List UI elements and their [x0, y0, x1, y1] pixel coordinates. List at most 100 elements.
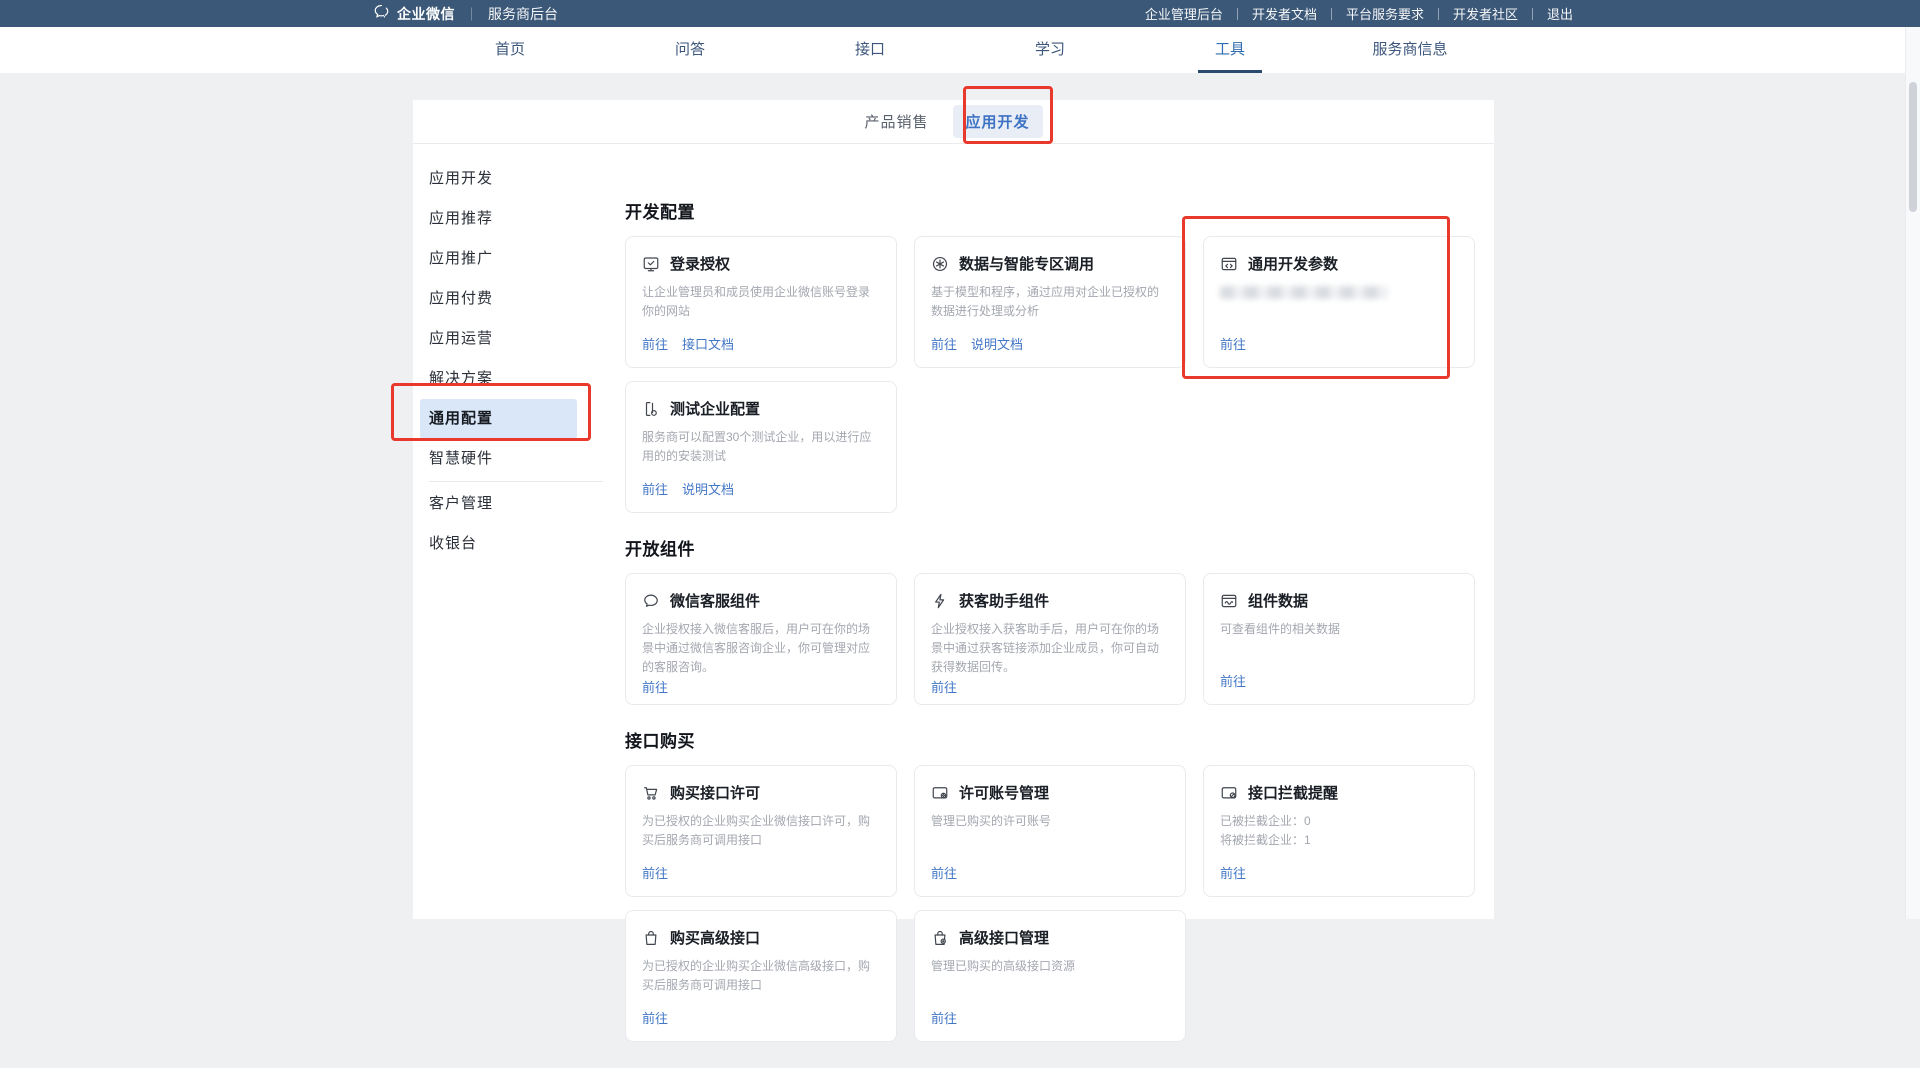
- link-goto-login-auth[interactable]: 前往: [642, 334, 668, 353]
- sidebar-item-smart-hardware[interactable]: 智慧硬件: [420, 439, 577, 479]
- link-goto-premium-manage[interactable]: 前往: [931, 1008, 957, 1027]
- link-goto-buy-premium[interactable]: 前往: [642, 1008, 668, 1027]
- nav-item-learn[interactable]: 学习: [960, 27, 1140, 73]
- card-desc-login-auth: 让企业管理员和成员使用企业微信账号登录你的网站: [642, 283, 880, 321]
- card-title-test-corp: 测试企业配置: [670, 398, 760, 419]
- link-goto-data-intelligence[interactable]: 前往: [931, 334, 957, 353]
- intercept-icon: [1220, 784, 1238, 802]
- card-intercept-reminder: 接口拦截提醒已被拦截企业：0将被拦截企业：1前往: [1203, 765, 1475, 897]
- logo-divider: ｜: [465, 4, 478, 23]
- buy-premium-icon: [642, 929, 660, 947]
- wechat-work-logo-icon: [373, 3, 390, 25]
- nav-item-api[interactable]: 接口: [780, 27, 960, 73]
- nav-item-provider-info[interactable]: 服务商信息: [1320, 27, 1500, 73]
- link-goto-test-corp[interactable]: 前往: [642, 479, 668, 498]
- section-title-api-purchase: 接口购买: [625, 731, 1478, 753]
- link-goto-dev-params[interactable]: 前往: [1220, 334, 1246, 353]
- card-links-component-data: 前往: [1220, 671, 1458, 690]
- tabs-row: 产品销售 应用开发: [413, 100, 1494, 144]
- topbar: 企业微信 ｜ 服务商后台 企业管理后台 开发者文档 平台服务要求 开发者社区 退出: [0, 0, 1920, 27]
- nav-item-home[interactable]: 首页: [420, 27, 600, 73]
- sidebar-item-app-promotion[interactable]: 应用推广: [420, 239, 577, 279]
- content: 开发配置登录授权让企业管理员和成员使用企业微信账号登录你的网站前往接口文档数据与…: [625, 144, 1478, 1068]
- buy-license-icon: [642, 784, 660, 802]
- card-title-lead-assistant: 获客助手组件: [959, 590, 1049, 611]
- sidebar-item-app-operation[interactable]: 应用运营: [420, 319, 577, 359]
- scrollbar-track: [1905, 27, 1920, 919]
- link-goto-buy-license[interactable]: 前往: [642, 863, 668, 882]
- topbar-menu-separator: [1532, 8, 1533, 20]
- tab-product-sales[interactable]: 产品销售: [864, 111, 928, 132]
- card-title-dev-params: 通用开发参数: [1248, 253, 1338, 274]
- card-desc-intercept-reminder: 已被拦截企业：0将被拦截企业：1: [1220, 812, 1458, 850]
- card-title-premium-manage: 高级接口管理: [959, 927, 1049, 948]
- card-grid-api-purchase: 购买接口许可为已授权的企业购买企业微信接口许可，购买后服务商可调用接口前往许可账…: [625, 765, 1478, 1042]
- wechat-work-logo[interactable]: 企业微信 ｜ 服务商后台: [373, 3, 558, 25]
- card-header-dev-params: 通用开发参数: [1220, 253, 1458, 274]
- card-links-buy-license: 前往: [642, 863, 880, 882]
- scrollbar-thumb[interactable]: [1909, 82, 1917, 212]
- topbar-menu-item-dev-community[interactable]: 开发者社区: [1453, 4, 1518, 23]
- card-header-buy-premium: 购买高级接口: [642, 927, 880, 948]
- sidebar-item-solutions[interactable]: 解决方案: [420, 359, 577, 399]
- card-title-component-data: 组件数据: [1248, 590, 1308, 611]
- card-desc-wechat-kf: 企业授权接入微信客服后，用户可在你的场景中通过微信客服咨询企业，你可管理对应的客…: [642, 620, 880, 677]
- wechat-kf-icon: [642, 592, 660, 610]
- active-nav-underline: [1198, 70, 1262, 73]
- card-title-login-auth: 登录授权: [670, 253, 730, 274]
- card-lead-assistant: 获客助手组件企业授权接入获客助手后，用户可在你的场景中通过获客链接添加企业成员，…: [914, 573, 1186, 705]
- link-goto-lead-assistant[interactable]: 前往: [931, 677, 957, 696]
- card-header-premium-manage: 高级接口管理: [931, 927, 1169, 948]
- card-desc-buy-license: 为已授权的企业购买企业微信接口许可，购买后服务商可调用接口: [642, 812, 880, 850]
- card-wechat-kf: 微信客服组件企业授权接入微信客服后，用户可在你的场景中通过微信客服咨询企业，你可…: [625, 573, 897, 705]
- license-account-icon: [931, 784, 949, 802]
- card-premium-manage: 高级接口管理管理已购买的高级接口资源前往: [914, 910, 1186, 1042]
- sidebar-item-cashier[interactable]: 收银台: [420, 524, 577, 564]
- card-desc-premium-manage: 管理已购买的高级接口资源: [931, 957, 1169, 976]
- section-api-purchase: 接口购买购买接口许可为已授权的企业购买企业微信接口许可，购买后服务商可调用接口前…: [625, 731, 1478, 1042]
- card-header-login-auth: 登录授权: [642, 253, 880, 274]
- page: { "topbar": { "logo_primary": "企业微信", "l…: [0, 0, 1920, 919]
- card-header-wechat-kf: 微信客服组件: [642, 590, 880, 611]
- masked-corpid-value: [1220, 286, 1388, 299]
- card-links-intercept-reminder: 前往: [1220, 863, 1458, 882]
- section-title-open-components: 开放组件: [625, 539, 1478, 561]
- card-desc-test-corp: 服务商可以配置30个测试企业，用以进行应用的的安装测试: [642, 428, 880, 466]
- topbar-menu-item-corp-admin[interactable]: 企业管理后台: [1145, 4, 1223, 23]
- nav-item-tools[interactable]: 工具: [1140, 27, 1320, 73]
- card-title-buy-premium: 购买高级接口: [670, 927, 760, 948]
- card-test-corp: 测试企业配置服务商可以配置30个测试企业，用以进行应用的的安装测试前往说明文档: [625, 381, 897, 513]
- sidebar-item-app-recommend[interactable]: 应用推荐: [420, 199, 577, 239]
- sidebar-item-general-config[interactable]: 通用配置: [420, 399, 577, 439]
- link-doc-test-corp[interactable]: 说明文档: [682, 479, 734, 498]
- sidebar-item-app-payment[interactable]: 应用付费: [420, 279, 577, 319]
- card-component-data: 组件数据可查看组件的相关数据前往: [1203, 573, 1475, 705]
- topbar-menu-item-logout[interactable]: 退出: [1547, 4, 1573, 23]
- card-header-data-intelligence: 数据与智能专区调用: [931, 253, 1169, 274]
- card-links-premium-manage: 前往: [931, 1008, 1169, 1027]
- card-buy-premium: 购买高级接口为已授权的企业购买企业微信高级接口，购买后服务商可调用接口前往: [625, 910, 897, 1042]
- link-goto-license-account[interactable]: 前往: [931, 863, 957, 882]
- card-header-component-data: 组件数据: [1220, 590, 1458, 611]
- link-api-doc-login-auth[interactable]: 接口文档: [682, 334, 734, 353]
- tab-app-development[interactable]: 应用开发: [953, 105, 1043, 138]
- sidebar-item-customer-management[interactable]: 客户管理: [420, 484, 577, 524]
- card-title-data-intelligence: 数据与智能专区调用: [959, 253, 1094, 274]
- link-goto-intercept-reminder[interactable]: 前往: [1220, 863, 1246, 882]
- link-goto-wechat-kf[interactable]: 前往: [642, 677, 668, 696]
- card-title-license-account: 许可账号管理: [959, 782, 1049, 803]
- card-links-test-corp: 前往说明文档: [642, 479, 880, 498]
- card-links-dev-params: 前往: [1220, 334, 1458, 353]
- topbar-menu-item-dev-docs[interactable]: 开发者文档: [1252, 4, 1317, 23]
- lead-assistant-icon: [931, 592, 949, 610]
- topbar-menu-separator: [1438, 8, 1439, 20]
- card-desc-line: 已被拦截企业：0: [1220, 812, 1458, 831]
- nav-item-qa[interactable]: 问答: [600, 27, 780, 73]
- link-goto-component-data[interactable]: 前往: [1220, 671, 1246, 690]
- topbar-menu-item-platform-requirements[interactable]: 平台服务要求: [1346, 4, 1424, 23]
- topbar-menu: 企业管理后台 开发者文档 平台服务要求 开发者社区 退出: [1145, 4, 1573, 23]
- link-doc-data-intelligence[interactable]: 说明文档: [971, 334, 1023, 353]
- card-links-data-intelligence: 前往说明文档: [931, 334, 1169, 353]
- test-corp-icon: [642, 400, 660, 418]
- sidebar-item-app-dev[interactable]: 应用开发: [420, 159, 577, 199]
